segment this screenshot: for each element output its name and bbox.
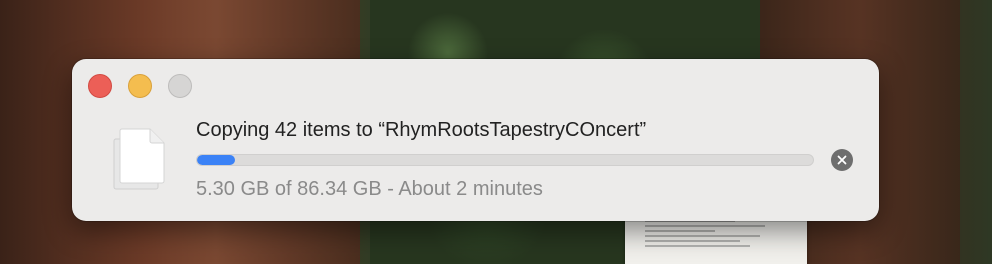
minimize-window-button[interactable] bbox=[128, 74, 152, 98]
close-window-button[interactable] bbox=[88, 74, 112, 98]
window-controls bbox=[88, 74, 192, 98]
document-stack-icon bbox=[112, 127, 168, 191]
copy-progress-bar bbox=[196, 154, 814, 166]
copy-status-text: 5.30 GB of 86.34 GB - About 2 minutes bbox=[196, 178, 543, 200]
stop-x-icon bbox=[837, 155, 847, 165]
desktop-wallpaper: Copying 42 items to “RhymRootsTapestryCO… bbox=[0, 0, 992, 264]
stop-copy-button[interactable] bbox=[831, 149, 853, 171]
copy-progress-fill bbox=[197, 155, 235, 165]
zoom-window-button[interactable] bbox=[168, 74, 192, 98]
copy-progress-dialog: Copying 42 items to “RhymRootsTapestryCO… bbox=[72, 59, 879, 221]
copy-title: Copying 42 items to “RhymRootsTapestryCO… bbox=[196, 119, 647, 141]
